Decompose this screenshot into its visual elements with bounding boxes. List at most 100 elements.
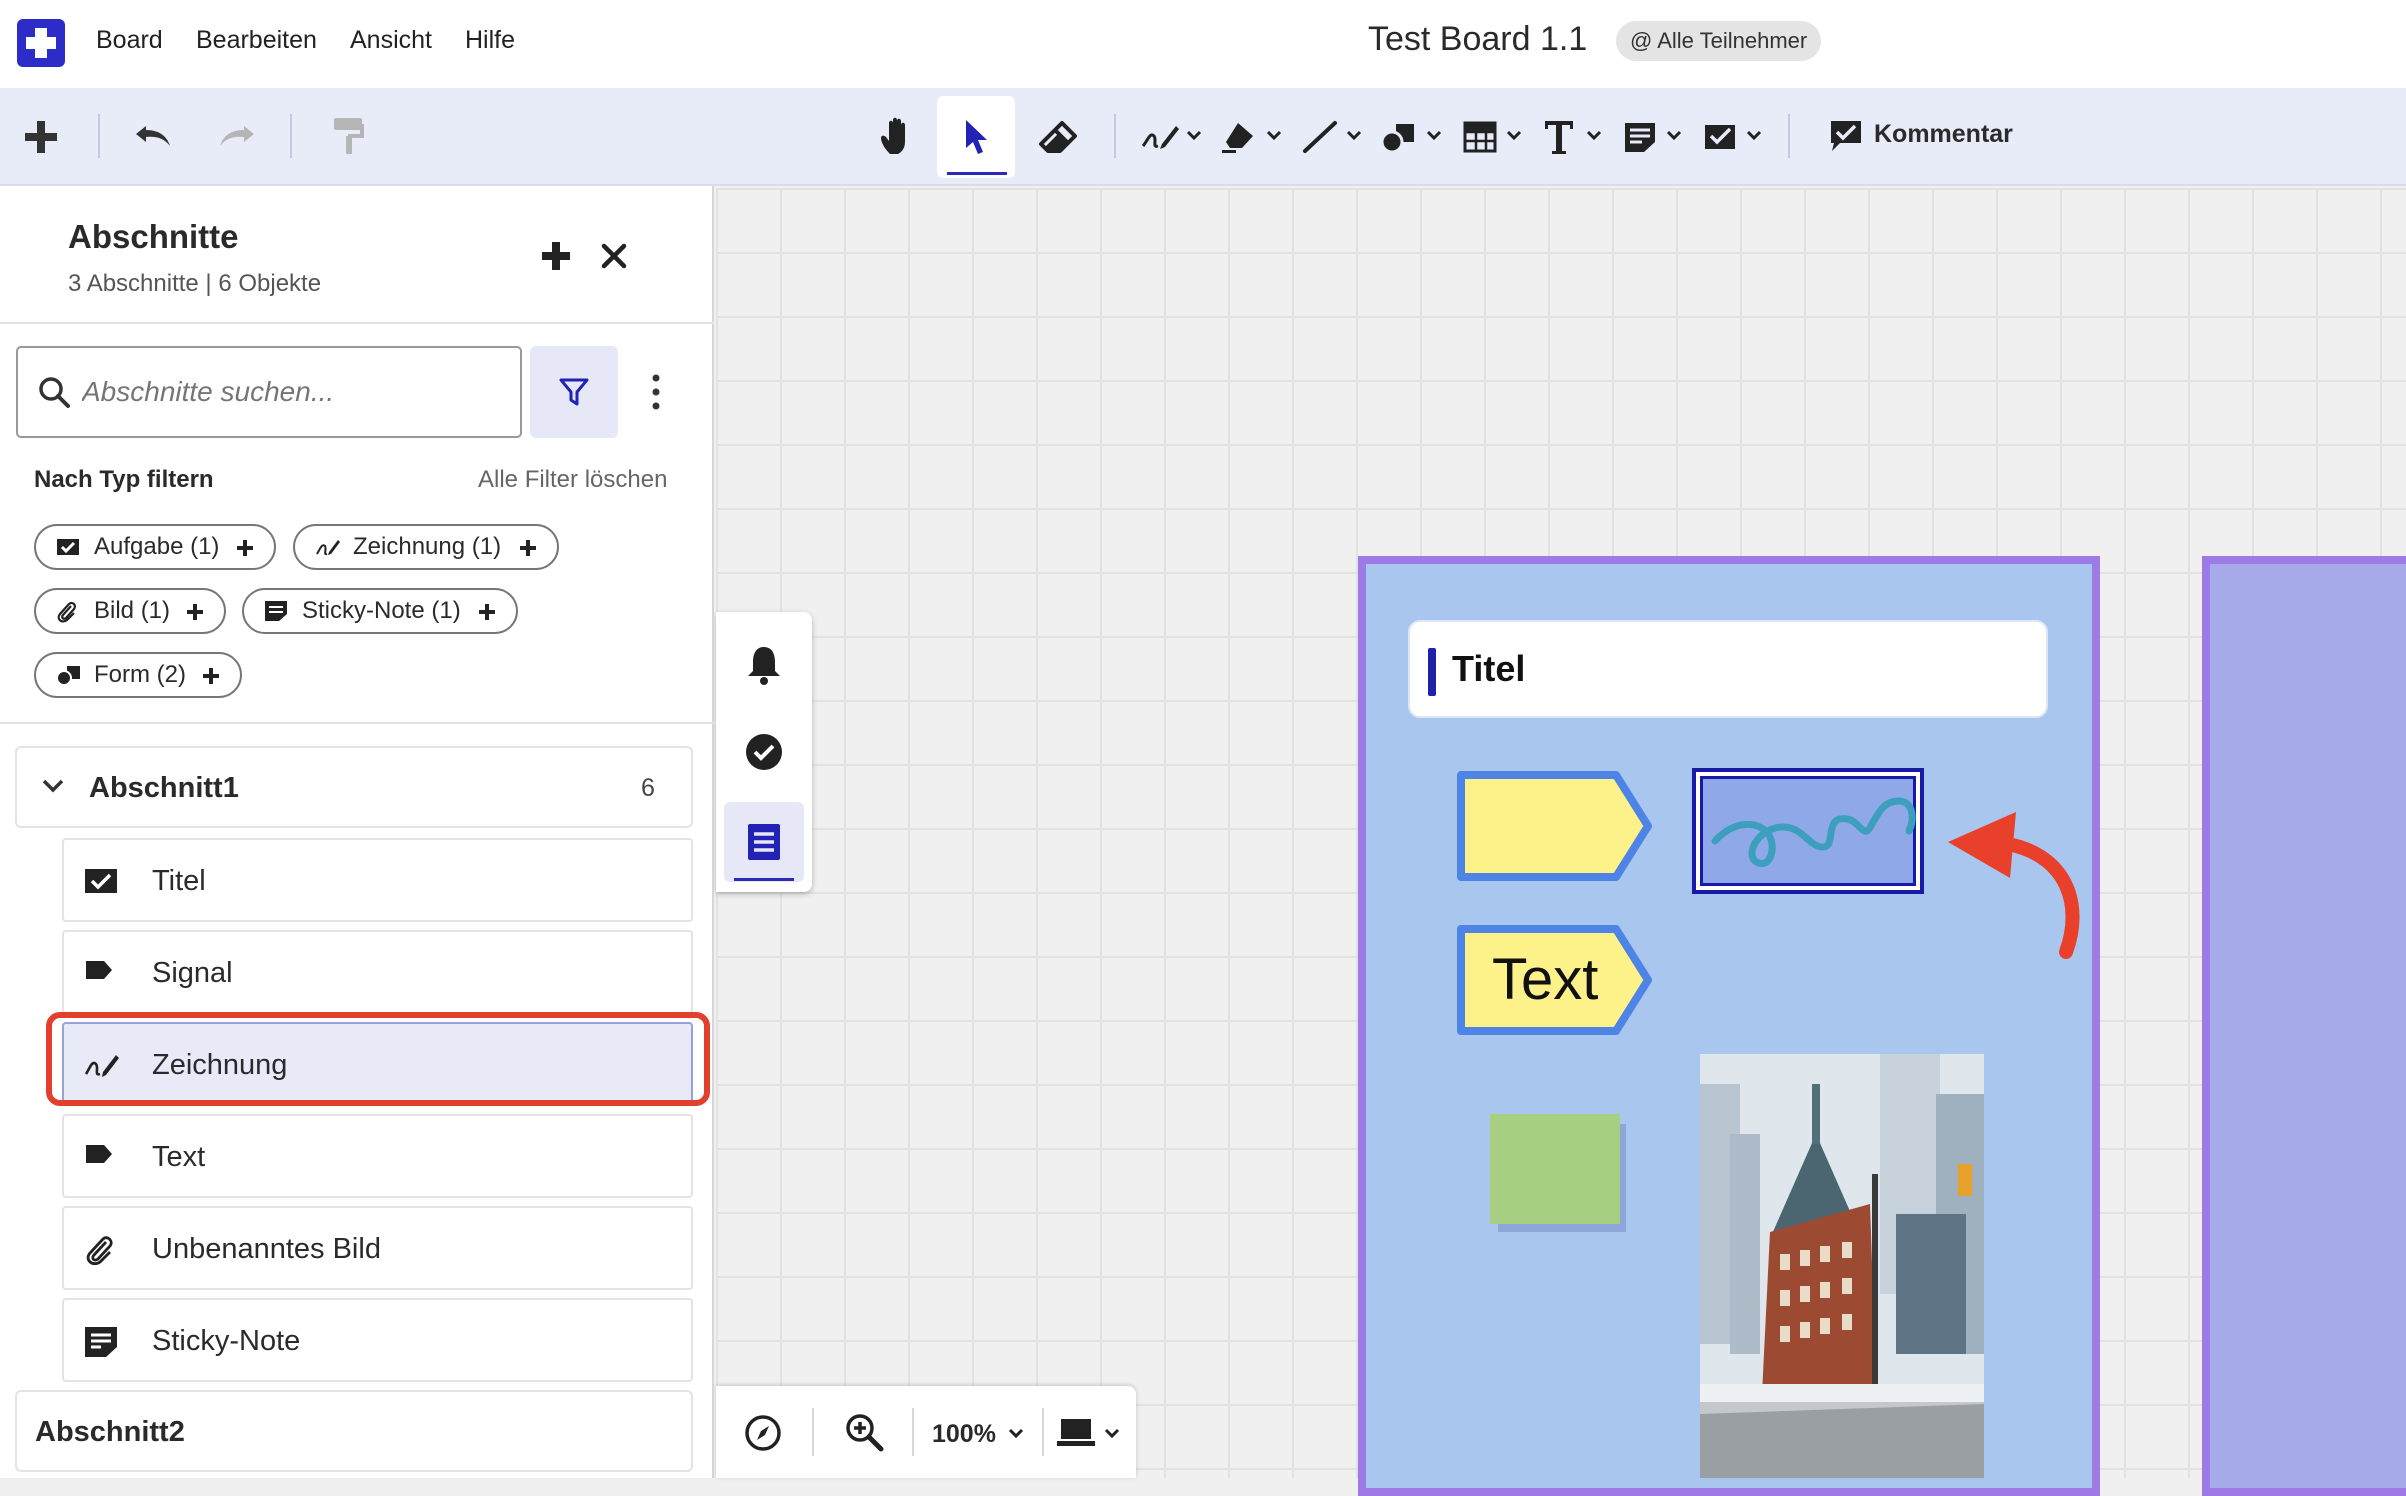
divider [0, 322, 714, 324]
bell-icon[interactable] [744, 644, 784, 686]
section-item-sticky-note[interactable]: Sticky-Note [62, 1298, 693, 1382]
plus-icon [479, 604, 495, 620]
filter-chip-bild[interactable]: Bild (1) [34, 588, 226, 634]
check-circle-icon[interactable] [744, 732, 784, 772]
comment-icon[interactable] [1828, 118, 1864, 154]
task-icon[interactable] [1702, 120, 1738, 154]
section-item-unbenanntes-bild[interactable]: Unbenanntes Bild [62, 1206, 693, 1290]
city-photo-illustration [1700, 1054, 1984, 1478]
zoom-in-icon[interactable] [844, 1412, 884, 1452]
menu-hilfe[interactable]: Hilfe [465, 26, 515, 55]
line-icon[interactable] [1302, 120, 1338, 154]
redo-icon[interactable] [216, 118, 256, 154]
zoom-level[interactable]: 100% [932, 1420, 996, 1449]
device-icon[interactable] [1056, 1416, 1096, 1448]
chevron-down-icon[interactable] [1506, 130, 1522, 142]
chevron-down-icon[interactable] [1586, 130, 1602, 142]
table-icon[interactable] [1462, 120, 1498, 154]
section-item-signal[interactable]: Signal [62, 930, 693, 1014]
chevron-down-icon[interactable] [1266, 130, 1282, 142]
chevron-down-icon[interactable] [1666, 130, 1682, 142]
zoombar-divider [812, 1408, 814, 1456]
clear-filters-link[interactable]: Alle Filter löschen [478, 466, 667, 494]
chevron-down-icon[interactable] [1186, 130, 1202, 142]
menu-ansicht[interactable]: Ansicht [350, 26, 432, 55]
filter-chip-label: Bild (1) [94, 597, 171, 624]
toolbar-divider [1114, 114, 1116, 158]
filter-chip-sticky-note[interactable]: Sticky-Note (1) [242, 588, 518, 634]
app-logo[interactable] [17, 19, 65, 67]
select-tool-indicator [947, 172, 1007, 175]
hand-icon[interactable] [878, 116, 918, 158]
side-tool-panel [716, 612, 812, 892]
sections-panel-indicator [734, 878, 794, 881]
menu-bearbeiten[interactable]: Bearbeiten [196, 26, 317, 55]
eraser-icon[interactable] [1038, 120, 1078, 156]
section-item-label: Sticky-Note [152, 1325, 301, 1357]
menu-board[interactable]: Board [96, 26, 163, 55]
filter-chip-form[interactable]: Form (2) [34, 652, 242, 698]
drawing-selection[interactable] [1692, 768, 1924, 894]
chevron-down-icon[interactable] [1346, 130, 1362, 142]
close-icon[interactable] [600, 242, 628, 270]
select-pointer-icon[interactable] [960, 118, 990, 158]
shapes-icon [56, 666, 80, 686]
section-object-count: 6 [641, 774, 655, 802]
sidebar-title: Abschnitte [68, 218, 239, 255]
format-painter-icon[interactable] [332, 116, 366, 156]
comment-button[interactable]: Kommentar [1874, 120, 2013, 149]
paperclip-icon [57, 601, 77, 623]
section-item-text[interactable]: Text [62, 1114, 693, 1198]
text-icon[interactable] [1542, 118, 1576, 156]
task-icon [57, 539, 79, 555]
chevron-down-icon[interactable] [1008, 1428, 1024, 1440]
filter-chip-label: Sticky-Note (1) [302, 597, 461, 624]
section-item-label: Titel [152, 865, 206, 897]
add-section-icon[interactable] [540, 240, 572, 272]
section-header-abschnitt2[interactable]: Abschnitt2 [15, 1390, 693, 1472]
chevron-down-icon[interactable] [1426, 130, 1442, 142]
title-card-text: Titel [1452, 648, 1526, 689]
filter-button[interactable] [530, 346, 618, 438]
zoombar-divider [912, 1408, 914, 1456]
search-input[interactable] [82, 370, 502, 414]
signal-tag-shape[interactable] [1456, 770, 1656, 882]
chevron-down-icon[interactable] [1104, 1428, 1120, 1440]
section-header-abschnitt1[interactable]: Abschnitt1 6 [15, 746, 693, 828]
undo-icon[interactable] [134, 118, 174, 154]
filter-chip-aufgabe[interactable]: Aufgabe (1) [34, 524, 276, 570]
chevron-down-icon[interactable] [1746, 130, 1762, 142]
section-frame-2[interactable] [2202, 556, 2406, 1496]
section-item-titel[interactable]: Titel [62, 838, 693, 922]
divider [0, 722, 714, 724]
plus-icon [203, 668, 219, 684]
compass-icon[interactable] [744, 1414, 782, 1452]
chevron-down-icon[interactable] [41, 778, 65, 794]
menubar: Board Bearbeiten Ansicht Hilfe Test Boar… [0, 0, 2406, 88]
title-card-accent [1428, 648, 1436, 696]
highlighter-icon[interactable] [1220, 120, 1258, 154]
filter-chip-zeichnung[interactable]: Zeichnung (1) [293, 524, 559, 570]
board-title[interactable]: Test Board 1.1 [1368, 20, 1587, 59]
toolbar-divider [290, 114, 292, 158]
plus-icon [237, 540, 253, 556]
section-label: Abschnitt1 [89, 772, 239, 804]
filter-icon [559, 378, 589, 406]
paperclip-icon [86, 1236, 113, 1266]
pen-icon[interactable] [1140, 120, 1180, 154]
sticky-note-icon[interactable] [1622, 120, 1658, 154]
task-icon [85, 869, 117, 893]
participants-badge[interactable]: @ Alle Teilnehmer [1616, 21, 1822, 61]
city-photo[interactable] [1700, 1054, 1984, 1478]
plus-icon[interactable] [22, 118, 60, 156]
shapes-icon[interactable] [1380, 120, 1418, 154]
sections-list-icon[interactable] [746, 822, 782, 862]
red-arrow-annotation[interactable] [1938, 806, 2088, 966]
text-tag-label: Text [1492, 947, 1599, 1012]
section-item-label: Text [152, 1141, 206, 1173]
search-box[interactable] [16, 346, 522, 438]
plus-icon [187, 604, 203, 620]
more-options-icon[interactable] [650, 372, 662, 412]
sticky-note[interactable] [1490, 1114, 1620, 1224]
title-card[interactable]: Titel [1408, 620, 2048, 718]
